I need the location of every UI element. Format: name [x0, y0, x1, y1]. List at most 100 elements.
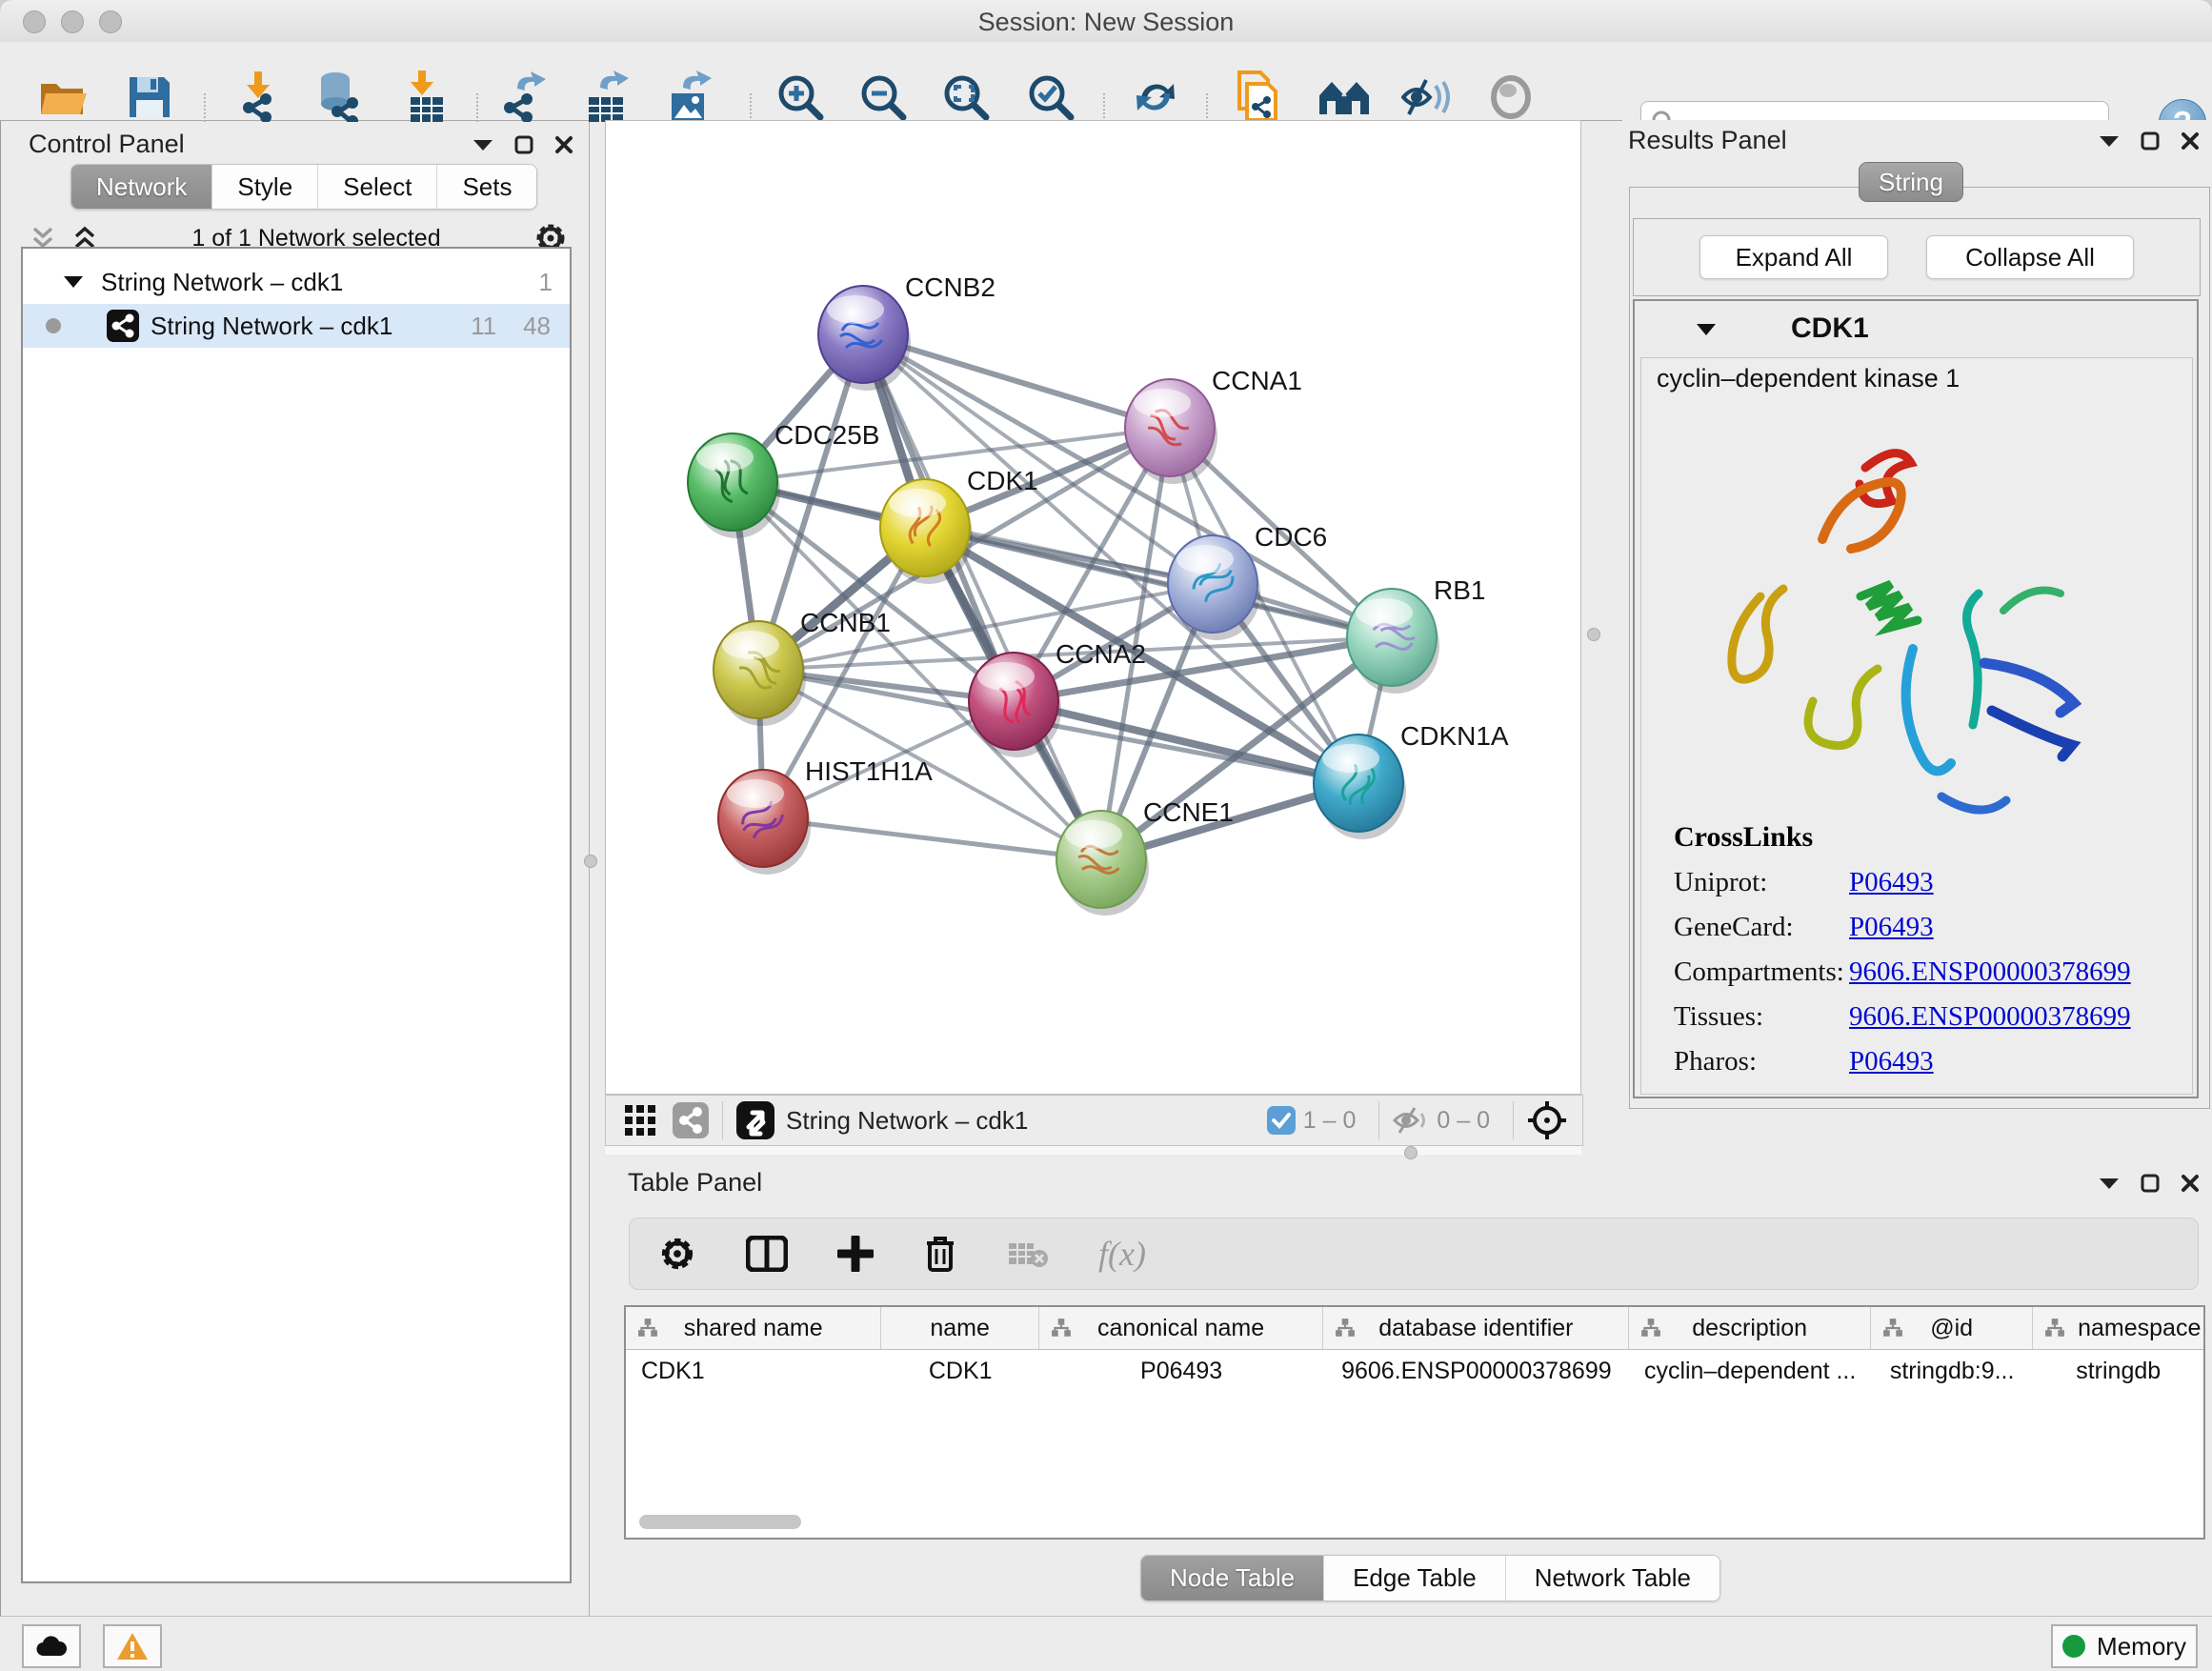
export-table-button[interactable] [580, 70, 633, 124]
documents-icon [1234, 70, 1281, 124]
svg-text:CCNB1: CCNB1 [800, 608, 891, 637]
vertical-splitter-handle[interactable] [584, 855, 597, 868]
close-panel-icon[interactable] [2181, 1174, 2200, 1193]
save-session-button[interactable] [123, 70, 176, 124]
zoom-in-button[interactable] [774, 70, 827, 124]
function-builder-button[interactable]: f(x) [1098, 1234, 1146, 1274]
cell-canonical-name: P06493 [1039, 1358, 1323, 1385]
import-network-button[interactable] [231, 70, 285, 124]
apply-layout-button[interactable] [1129, 70, 1182, 124]
column-header-database-identifier[interactable]: database identifier [1323, 1307, 1629, 1349]
table-import-icon [403, 70, 447, 124]
pharos-link[interactable]: P06493 [1849, 1046, 1934, 1077]
close-panel-icon[interactable] [2181, 131, 2200, 151]
refresh-icon [1132, 72, 1179, 122]
memory-button[interactable]: Memory [2051, 1624, 2198, 1668]
uniprot-link[interactable]: P06493 [1849, 867, 1934, 898]
column-header-id[interactable]: @id [1871, 1307, 2034, 1349]
vertical-splitter-handle[interactable] [1587, 628, 1600, 641]
export-network-button[interactable] [497, 70, 551, 124]
cell-description: cyclin–dependent ... [1629, 1358, 1870, 1385]
warnings-button[interactable] [103, 1624, 162, 1668]
hide-unhide-button[interactable] [1401, 70, 1455, 124]
crosslink-row: GeneCard: P06493 [1674, 912, 2131, 943]
tab-network[interactable]: Network [71, 165, 211, 209]
tab-node-table[interactable]: Node Table [1141, 1556, 1323, 1601]
delete-table-icon[interactable] [1007, 1238, 1049, 1270]
float-panel-icon[interactable] [2141, 131, 2160, 151]
column-header-shared-name[interactable]: shared name [626, 1307, 881, 1349]
compartments-link[interactable]: 9606.ENSP00000378699 [1849, 956, 2131, 988]
cloud-button[interactable] [22, 1624, 81, 1668]
zoom-fit-button[interactable] [939, 70, 993, 124]
open-session-button[interactable] [37, 70, 90, 124]
show-grid-button[interactable] [625, 1105, 655, 1136]
crosslink-label: Compartments: [1674, 956, 1849, 988]
toolbar-separator [722, 1101, 723, 1139]
tissues-link[interactable]: 9606.ENSP00000378699 [1849, 1001, 2131, 1033]
fit-content-button[interactable] [1527, 1100, 1567, 1140]
export-image-button[interactable] [663, 70, 716, 124]
zoom-out-button[interactable] [856, 70, 910, 124]
network-collection-row[interactable]: String Network – cdk1 1 [23, 260, 570, 304]
tab-sets[interactable]: Sets [436, 165, 536, 209]
import-network-from-database-button[interactable] [311, 70, 364, 124]
network-row[interactable]: String Network – cdk1 11 48 [23, 304, 570, 348]
close-panel-icon[interactable] [554, 135, 573, 154]
tab-select[interactable]: Select [317, 165, 436, 209]
hierarchy-icon [1335, 1318, 1356, 1339]
hidden-elements-button[interactable] [1393, 1106, 1429, 1135]
entry-collapse-icon[interactable] [1696, 322, 1717, 336]
network-canvas[interactable]: CCNB2CCNA1CDC25BCDK1CDC6RB1CCNB1CCNA2CDK… [605, 120, 1581, 1095]
import-table-button[interactable] [398, 70, 452, 124]
detach-view-button[interactable] [736, 1101, 774, 1139]
crosslinks-title: CrossLinks [1674, 821, 2131, 854]
node-table[interactable]: shared name name canonical name database… [624, 1305, 2205, 1540]
table-header-row: shared name name canonical name database… [626, 1307, 2203, 1350]
column-header-name[interactable]: name [881, 1307, 1039, 1349]
network-graph[interactable]: CCNB2CCNA1CDC25BCDK1CDC6RB1CCNB1CCNA2CDK… [606, 121, 1580, 1094]
protein-structure-image [1670, 425, 2165, 815]
collection-collapse-icon[interactable] [63, 274, 84, 290]
control-panel: Control Panel Network Style Select Sets … [8, 122, 590, 1616]
column-header-namespace[interactable]: namespace [2033, 1307, 2203, 1349]
add-column-icon[interactable] [837, 1236, 874, 1272]
view-mode-button[interactable] [673, 1102, 709, 1138]
show-columns-icon[interactable] [746, 1236, 788, 1272]
string-results-container: Expand All Collapse All CDK1 cyclin–depe… [1629, 187, 2210, 1109]
hierarchy-icon [1051, 1318, 1072, 1339]
tab-network-table[interactable]: Network Table [1505, 1556, 1719, 1601]
horizontal-splitter-handle[interactable] [1404, 1146, 1418, 1159]
column-header-canonical-name[interactable]: canonical name [1039, 1307, 1323, 1349]
horizontal-scrollbar-thumb[interactable] [639, 1515, 801, 1529]
clone-network-button[interactable] [1231, 70, 1284, 124]
column-header-description[interactable]: description [1629, 1307, 1870, 1349]
results-panel: Results Panel String Expand All Collapse… [1622, 120, 2212, 1155]
current-network-dot [46, 318, 61, 333]
cell-name: CDK1 [881, 1358, 1039, 1385]
houses-icon [1317, 76, 1371, 118]
grid-icon [625, 1105, 655, 1136]
share-view-icon [673, 1102, 709, 1138]
genecard-link[interactable]: P06493 [1849, 912, 1934, 943]
tab-style[interactable]: Style [211, 165, 317, 209]
float-panel-icon[interactable] [514, 135, 533, 154]
panel-menu-icon[interactable] [473, 138, 493, 151]
selected-nodes-checkbox[interactable] [1267, 1106, 1296, 1135]
expand-all-button[interactable]: Expand All [1699, 235, 1888, 279]
collapse-all-button[interactable]: Collapse All [1926, 235, 2134, 279]
show-all-networks-button[interactable] [1317, 70, 1371, 124]
panel-menu-icon[interactable] [2099, 1177, 2120, 1190]
crosslink-label: Tissues: [1674, 1001, 1849, 1033]
tab-edge-table[interactable]: Edge Table [1323, 1556, 1505, 1601]
table-options-gear-icon[interactable] [658, 1235, 696, 1273]
delete-column-icon[interactable] [923, 1234, 957, 1274]
zoom-selected-icon [1026, 72, 1076, 122]
zoom-selected-button[interactable] [1024, 70, 1077, 124]
network-type-icon [107, 310, 139, 342]
panel-menu-icon[interactable] [2099, 134, 2120, 148]
float-panel-icon[interactable] [2141, 1174, 2160, 1193]
toggle-bird-eye-button[interactable] [1484, 70, 1538, 124]
table-row[interactable]: CDK1 CDK1 P06493 9606.ENSP00000378699 cy… [626, 1350, 2203, 1392]
tab-string[interactable]: String [1859, 162, 1963, 202]
